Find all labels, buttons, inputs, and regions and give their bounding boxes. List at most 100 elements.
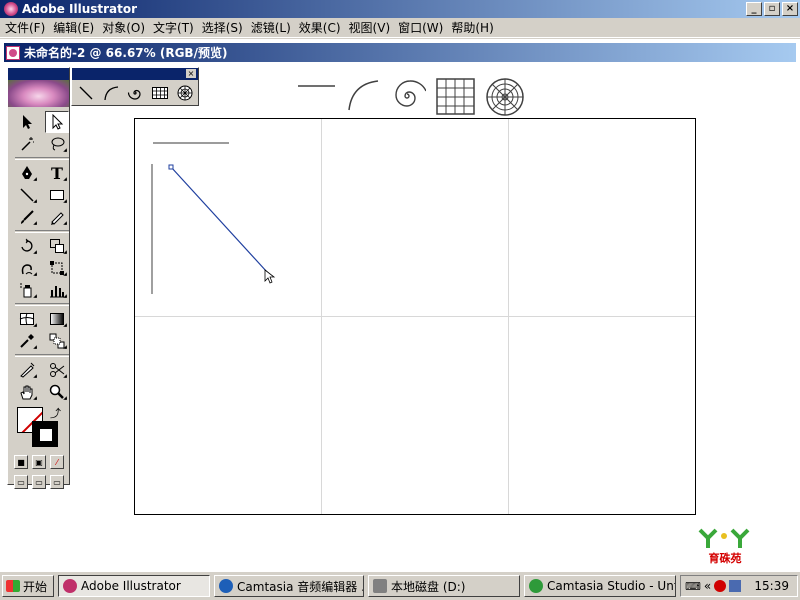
polar-grid-tool-icon[interactable] [173,82,196,104]
app-title-bar[interactable]: Adobe Illustrator _ ▫ × [0,0,800,18]
rotate-tool-icon[interactable] [15,235,39,257]
arc-tool-icon[interactable] [100,82,123,104]
task-label: Camtasia Studio - Untitl... [547,579,675,593]
camtasia-studio-icon [529,579,544,593]
scissors-tool-icon[interactable] [45,359,69,381]
rectangular-grid-tool-icon[interactable] [149,82,172,104]
menu-view[interactable]: 视图(V) [345,19,395,36]
watermark-logo: 育硃苑 [694,528,756,565]
illustrator-icon [63,579,78,593]
document-title-bar[interactable]: 未命名的-2 @ 66.67% (RGB/预览) [4,43,796,62]
palette-tools [72,80,198,104]
menu-select[interactable]: 选择(S) [198,19,247,36]
line-segment-preview-icon [298,85,335,87]
toolbox-title-bar[interactable] [8,68,69,80]
type-tool-glyph: T [51,163,63,183]
rectangle-tool-icon[interactable] [45,184,69,206]
tray-expand-chevron[interactable]: « [704,579,711,593]
hand-tool-icon[interactable] [15,381,39,403]
minimize-button[interactable]: _ [746,2,762,16]
paintbrush-tool-icon[interactable] [15,206,39,228]
tool-grid: T [8,107,69,403]
camtasia-audio-icon [219,579,234,593]
none-mode-icon[interactable]: ⁄ [50,455,64,469]
windows-flag-icon [6,580,20,592]
rectangular-grid-preview-icon [436,78,475,115]
task-label: 本地磁盘 (D:) [391,579,466,594]
fill-stroke-controls: ⤴ [8,405,69,449]
task-camtasia-studio[interactable]: Camtasia Studio - Untitl... [524,575,677,597]
standard-screen-mode-icon[interactable]: ▭ [14,475,28,489]
task-local-disk[interactable]: 本地磁盘 (D:) [368,575,521,597]
network-icon[interactable] [729,580,742,592]
lasso-tool-icon[interactable] [45,133,69,155]
full-screen-menu-mode-icon[interactable]: ▭ [32,475,46,489]
app-title: Adobe Illustrator [22,2,138,16]
record-icon[interactable] [714,580,727,592]
task-label: Adobe Illustrator [81,579,181,593]
line-tools-palette: × [71,67,199,106]
polar-grid-preview-icon [486,78,524,116]
menu-effect[interactable]: 效果(C) [295,19,345,36]
toolbox-flower-banner [8,80,69,107]
symbol-sprayer-tool-icon[interactable] [15,279,39,301]
menu-type[interactable]: 文字(T) [149,19,198,36]
blend-tool-icon[interactable] [45,330,69,352]
artwork-layer [151,142,276,294]
type-tool-icon[interactable]: T [45,162,69,184]
toolbox-separator [15,157,69,160]
document-title: 未命名的-2 @ 66.67% (RGB/预览) [24,46,228,60]
toolbox-panel: T ⤴ ■ ▣ ⁄ ▭ ▭ ▭ [7,67,70,489]
scale-tool-icon[interactable] [45,235,69,257]
line-segment-tool-icon[interactable] [15,184,39,206]
artboard[interactable] [134,118,696,515]
task-illustrator[interactable]: Adobe Illustrator [58,575,211,597]
spiral-tool-icon[interactable] [124,82,147,104]
drive-icon [373,579,388,593]
full-screen-mode-icon[interactable]: ▭ [50,475,64,489]
gradient-tool-icon[interactable] [45,308,69,330]
line-segment-tool-icon[interactable] [75,82,98,104]
arc-preview-icon [348,80,379,111]
toolbox-separator [15,303,69,306]
palette-close-button[interactable]: × [186,69,196,78]
warp-tool-icon[interactable] [15,257,39,279]
start-button[interactable]: 开始 [2,575,55,597]
window-controls: _ ▫ × [746,2,798,16]
column-graph-tool-icon[interactable] [45,279,69,301]
screen-mode-buttons: ▭ ▭ ▭ [8,475,69,489]
color-mode-buttons: ■ ▣ ⁄ [8,455,69,469]
anchor-point[interactable] [168,164,174,170]
slice-tool-icon[interactable] [15,359,39,381]
zoom-tool-icon[interactable] [45,381,69,403]
pen-tool-icon[interactable] [15,162,39,184]
eyedropper-tool-icon[interactable] [15,330,39,352]
toolbox-separator [15,230,69,233]
gradient-mode-icon[interactable]: ▣ [32,455,46,469]
color-mode-icon[interactable]: ■ [14,455,28,469]
free-transform-tool-icon[interactable] [45,257,69,279]
magic-wand-tool-icon[interactable] [15,133,39,155]
menu-edit[interactable]: 编辑(E) [49,19,98,36]
menu-help[interactable]: 帮助(H) [447,19,497,36]
menu-file[interactable]: 文件(F) [2,19,49,36]
mesh-tool-icon[interactable] [15,308,39,330]
menu-object[interactable]: 对象(O) [98,19,149,36]
selected-diagonal-line[interactable] [170,166,268,273]
clock[interactable]: 15:39 [754,579,797,593]
close-button[interactable]: × [782,2,798,16]
task-camtasia-audio[interactable]: Camtasia 音频编辑器 ... [214,575,365,597]
spiral-preview-icon [395,80,426,107]
menu-window[interactable]: 窗口(W) [394,19,447,36]
restore-button[interactable]: ▫ [764,2,780,16]
stroke-swatch[interactable] [32,421,58,447]
menu-filter[interactable]: 滤镜(L) [247,19,295,36]
keyboard-icon[interactable]: ⌨ [685,580,701,593]
selection-tool-icon[interactable] [15,111,39,133]
palette-title-bar[interactable]: × [72,68,198,80]
illustrator-app-icon [4,2,18,16]
pencil-tool-icon[interactable] [45,206,69,228]
direct-selection-tool-icon[interactable] [45,111,69,133]
swap-fill-stroke-icon[interactable]: ⤴ [50,405,61,421]
document-icon [6,45,20,60]
